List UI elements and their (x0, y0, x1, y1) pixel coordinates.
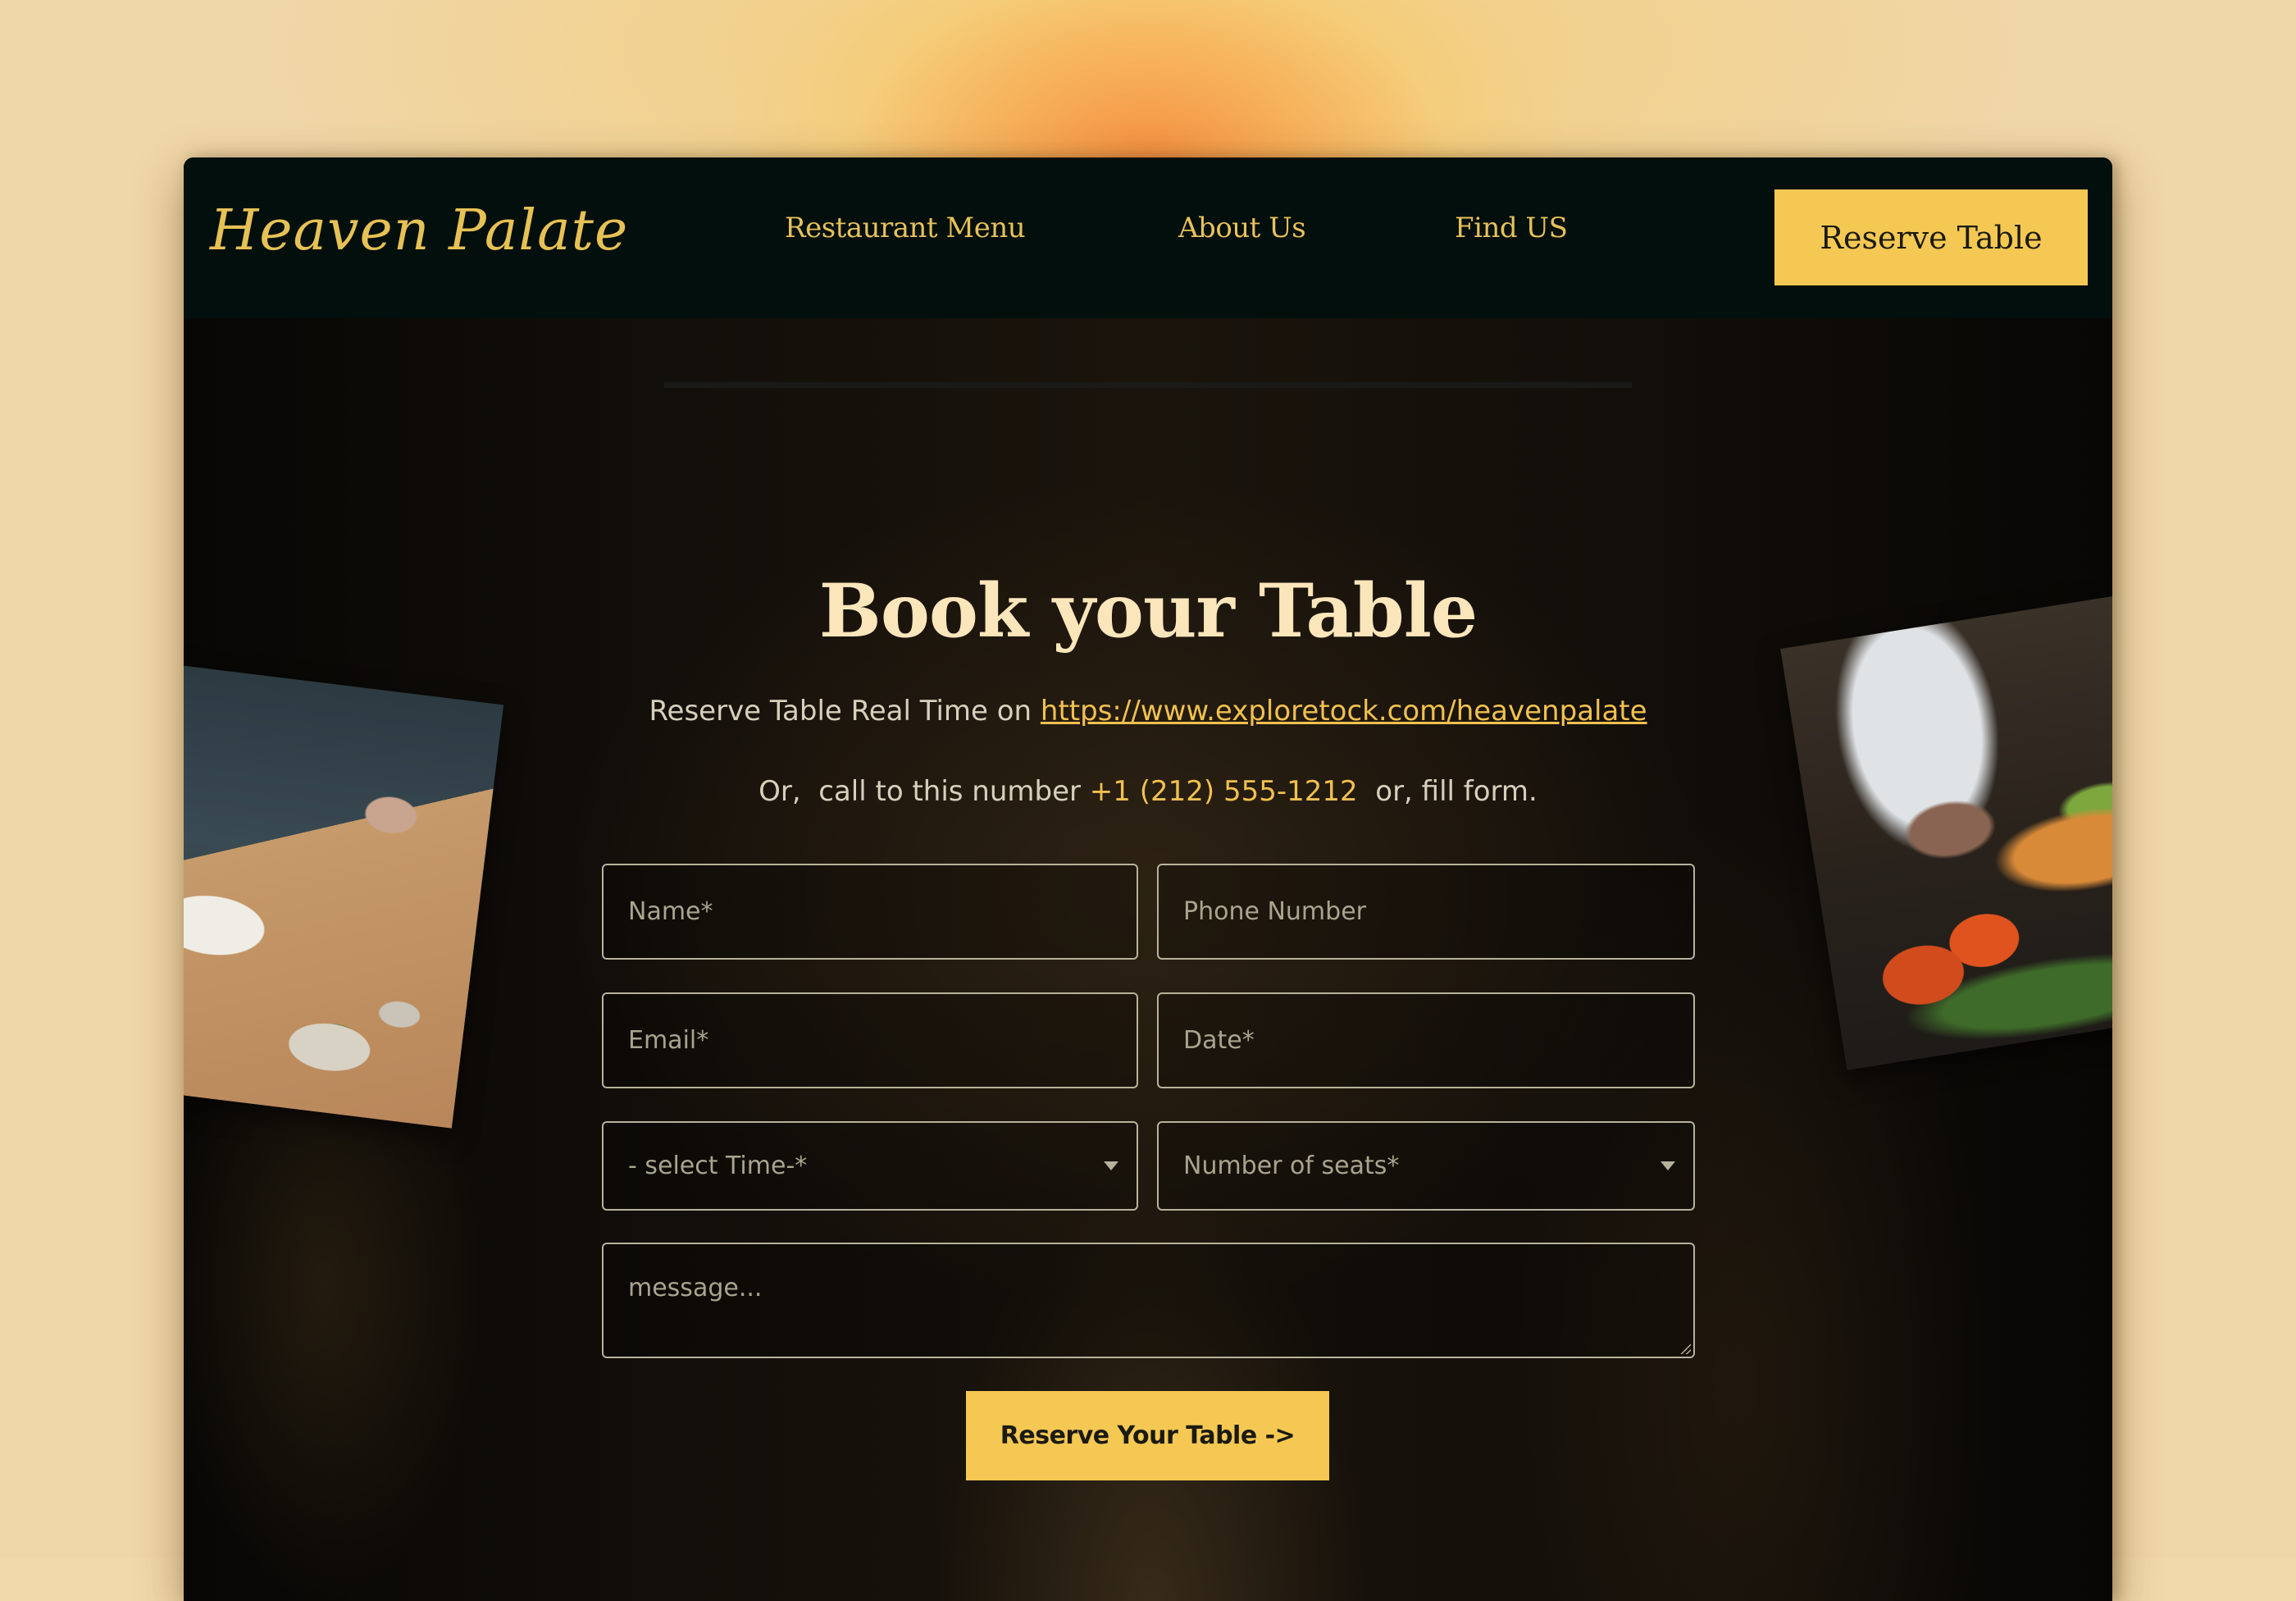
plated-dish-image (184, 663, 504, 1129)
resize-handle-icon[interactable] (1679, 1343, 1691, 1354)
website-window: Heaven Palate Restaurant Menu About Us F… (184, 157, 2112, 1601)
phone-input[interactable]: Phone Number (1157, 864, 1695, 960)
date-placeholder: Date* (1183, 1026, 1255, 1055)
reserve-table-button[interactable]: Reserve Table (1774, 189, 2088, 285)
reserve-your-table-button[interactable]: Reserve Your Table -> (966, 1391, 1329, 1480)
email-placeholder: Email* (628, 1026, 709, 1055)
chevron-down-icon (1660, 1161, 1675, 1170)
date-input[interactable]: Date* (1157, 992, 1695, 1088)
name-input[interactable]: Name* (602, 864, 1138, 960)
email-input[interactable]: Email* (602, 992, 1138, 1088)
nav-restaurant-menu[interactable]: Restaurant Menu (785, 212, 1026, 244)
phone-placeholder: Phone Number (1183, 897, 1366, 926)
chevron-down-icon (1104, 1161, 1118, 1170)
nav-about-us[interactable]: About Us (1178, 212, 1306, 244)
exploretock-link[interactable]: https://www.exploretock.com/heavenpalate (1041, 695, 1647, 728)
fill-form-label: or, fill form. (1357, 775, 1538, 808)
nav-find-us[interactable]: Find US (1455, 212, 1568, 244)
seats-select[interactable]: Number of seats* (1157, 1121, 1695, 1211)
call-text: Or, call to this number +1 (212) 555-121… (184, 775, 2112, 808)
message-textarea[interactable]: message... (602, 1243, 1695, 1358)
phone-number[interactable]: +1 (212) 555-1212 (1090, 775, 1358, 808)
realtime-label: Reserve Table Real Time on (649, 695, 1041, 728)
navbar: Heaven Palate Restaurant Menu About Us F… (184, 157, 2112, 318)
brand-logo[interactable]: Heaven Palate (210, 198, 628, 263)
realtime-reservation-text: Reserve Table Real Time on https://www.e… (184, 695, 2112, 728)
time-select[interactable]: - select Time-* (602, 1121, 1138, 1211)
section-divider (664, 382, 1632, 388)
page-title: Book your Table (818, 568, 1478, 655)
call-label: Or, call to this number (758, 775, 1090, 808)
time-selected-value: - select Time-* (628, 1152, 808, 1180)
message-placeholder: message... (628, 1274, 763, 1302)
seats-selected-value: Number of seats* (1183, 1152, 1400, 1180)
name-placeholder: Name* (628, 897, 713, 926)
